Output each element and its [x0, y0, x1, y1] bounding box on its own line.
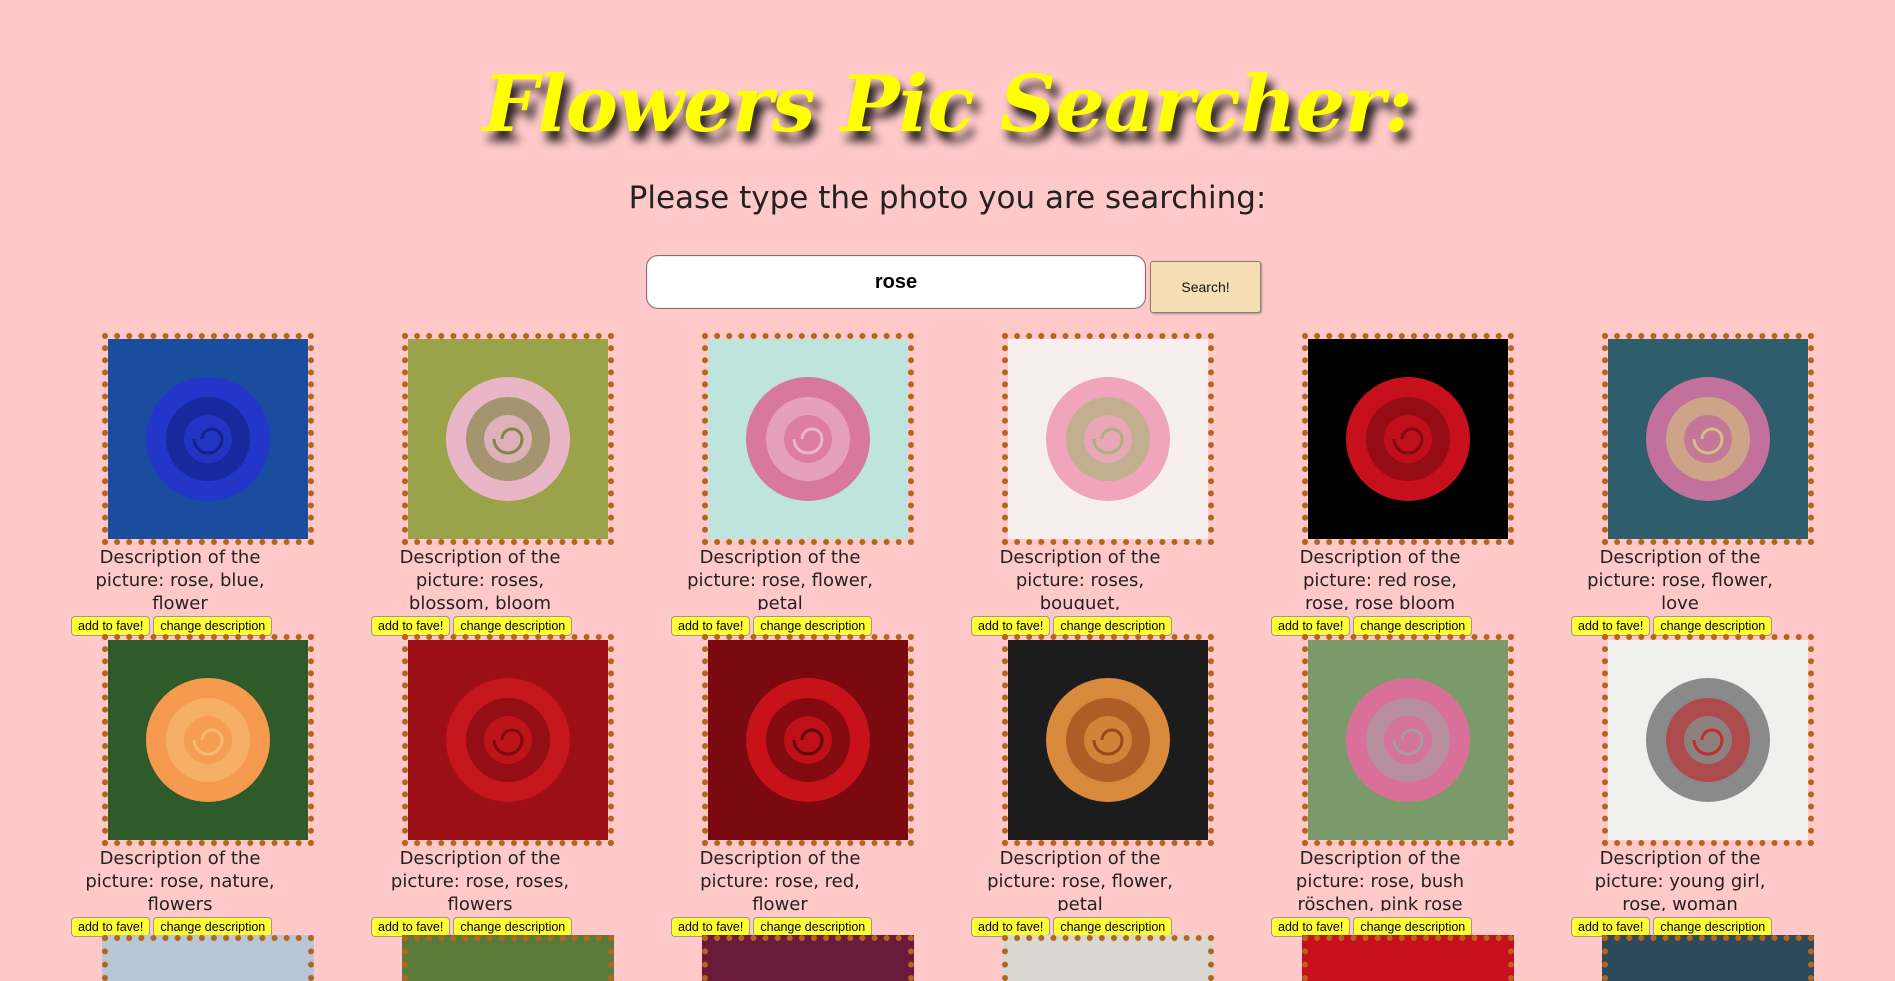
result-actions: add to fave! change description — [71, 917, 273, 937]
add-to-fave-button[interactable]: add to fave! — [71, 917, 151, 937]
result-description: Description of the picture: rose, nature… — [85, 848, 275, 911]
result-image-frame — [702, 634, 914, 846]
change-description-button[interactable]: change description — [1353, 917, 1473, 937]
add-to-fave-button[interactable]: add to fave! — [1571, 917, 1651, 937]
change-description-button[interactable]: change description — [153, 616, 273, 636]
result-image-frame — [402, 333, 614, 545]
result-image-frame — [1302, 634, 1514, 846]
result-image[interactable] — [1608, 339, 1808, 539]
result-actions: add to fave! change description — [71, 616, 273, 636]
result-image-frame — [702, 333, 914, 545]
result-image[interactable] — [708, 640, 908, 840]
result-image[interactable] — [108, 339, 308, 539]
add-to-fave-button[interactable]: add to fave! — [371, 616, 451, 636]
change-description-button[interactable]: change description — [753, 616, 873, 636]
result-description: Description of the picture: rose, flower… — [687, 547, 873, 610]
result-image-frame — [402, 634, 614, 846]
result-image[interactable] — [408, 339, 608, 539]
result-description: Description of the picture: rose, roses,… — [390, 848, 570, 911]
result-image-frame — [1302, 333, 1514, 545]
change-description-button[interactable]: change description — [1653, 616, 1773, 636]
add-to-fave-button[interactable]: add to fave! — [671, 917, 751, 937]
change-description-button[interactable]: change description — [753, 917, 873, 937]
add-to-fave-button[interactable]: add to fave! — [1271, 917, 1351, 937]
result-description: Description of the picture: rose, flower… — [987, 848, 1173, 911]
result-image-frame — [1002, 634, 1214, 846]
change-description-button[interactable]: change description — [1353, 616, 1473, 636]
result-actions: add to fave! change description — [1571, 616, 1773, 636]
result-actions: add to fave! change description — [671, 616, 873, 636]
result-actions: add to fave! change description — [371, 917, 573, 937]
result-image-frame — [1002, 333, 1214, 545]
result-image-frame-partial — [102, 935, 314, 981]
result-image-frame-partial — [1002, 935, 1214, 981]
search-button[interactable]: Search! — [1150, 261, 1261, 313]
result-actions: add to fave! change description — [671, 917, 873, 937]
add-to-fave-button[interactable]: add to fave! — [671, 616, 751, 636]
result-actions: add to fave! change description — [371, 616, 573, 636]
page-title: Flowers Pic Searcher: — [482, 59, 1413, 150]
result-description: Description of the picture: rose, red, f… — [699, 848, 861, 911]
result-image-frame-partial — [1302, 935, 1514, 981]
add-to-fave-button[interactable]: add to fave! — [971, 616, 1051, 636]
result-actions: add to fave! change description — [971, 917, 1173, 937]
result-description: Description of the picture: young girl, … — [1594, 848, 1766, 911]
change-description-button[interactable]: change description — [1653, 917, 1773, 937]
change-description-button[interactable]: change description — [453, 917, 573, 937]
result-image-frame — [1602, 333, 1814, 545]
result-image[interactable] — [1308, 339, 1508, 539]
result-image-frame — [102, 634, 314, 846]
result-image[interactable] — [1008, 640, 1208, 840]
result-actions: add to fave! change description — [971, 616, 1173, 636]
result-image[interactable] — [1308, 640, 1508, 840]
result-description: Description of the picture: red rose, ro… — [1299, 547, 1461, 610]
result-image-frame — [102, 333, 314, 545]
result-image[interactable] — [708, 339, 908, 539]
add-to-fave-button[interactable]: add to fave! — [971, 917, 1051, 937]
result-image-frame-partial — [1602, 935, 1814, 981]
search-prompt: Please type the photo you are searching: — [628, 180, 1267, 216]
result-actions: add to fave! change description — [1271, 616, 1473, 636]
change-description-button[interactable]: change description — [453, 616, 573, 636]
add-to-fave-button[interactable]: add to fave! — [371, 917, 451, 937]
change-description-button[interactable]: change description — [1053, 616, 1173, 636]
result-image-frame-partial — [702, 935, 914, 981]
result-image-frame-partial — [402, 935, 614, 981]
result-description: Description of the picture: rose, bush r… — [1295, 848, 1465, 911]
result-image-frame — [1602, 634, 1814, 846]
result-description: Description of the picture: rose, flower… — [1587, 547, 1773, 610]
result-image[interactable] — [108, 640, 308, 840]
search-input[interactable] — [646, 255, 1146, 309]
result-description: Description of the picture: roses, bouqu… — [999, 547, 1161, 610]
add-to-fave-button[interactable]: add to fave! — [71, 616, 151, 636]
result-description: Description of the picture: rose, blue, … — [95, 547, 265, 610]
add-to-fave-button[interactable]: add to fave! — [1571, 616, 1651, 636]
result-image[interactable] — [1608, 640, 1808, 840]
result-description: Description of the picture: roses, bloss… — [399, 547, 561, 610]
result-image[interactable] — [408, 640, 608, 840]
result-actions: add to fave! change description — [1571, 917, 1773, 937]
change-description-button[interactable]: change description — [1053, 917, 1173, 937]
add-to-fave-button[interactable]: add to fave! — [1271, 616, 1351, 636]
result-image[interactable] — [1008, 339, 1208, 539]
change-description-button[interactable]: change description — [153, 917, 273, 937]
result-actions: add to fave! change description — [1271, 917, 1473, 937]
